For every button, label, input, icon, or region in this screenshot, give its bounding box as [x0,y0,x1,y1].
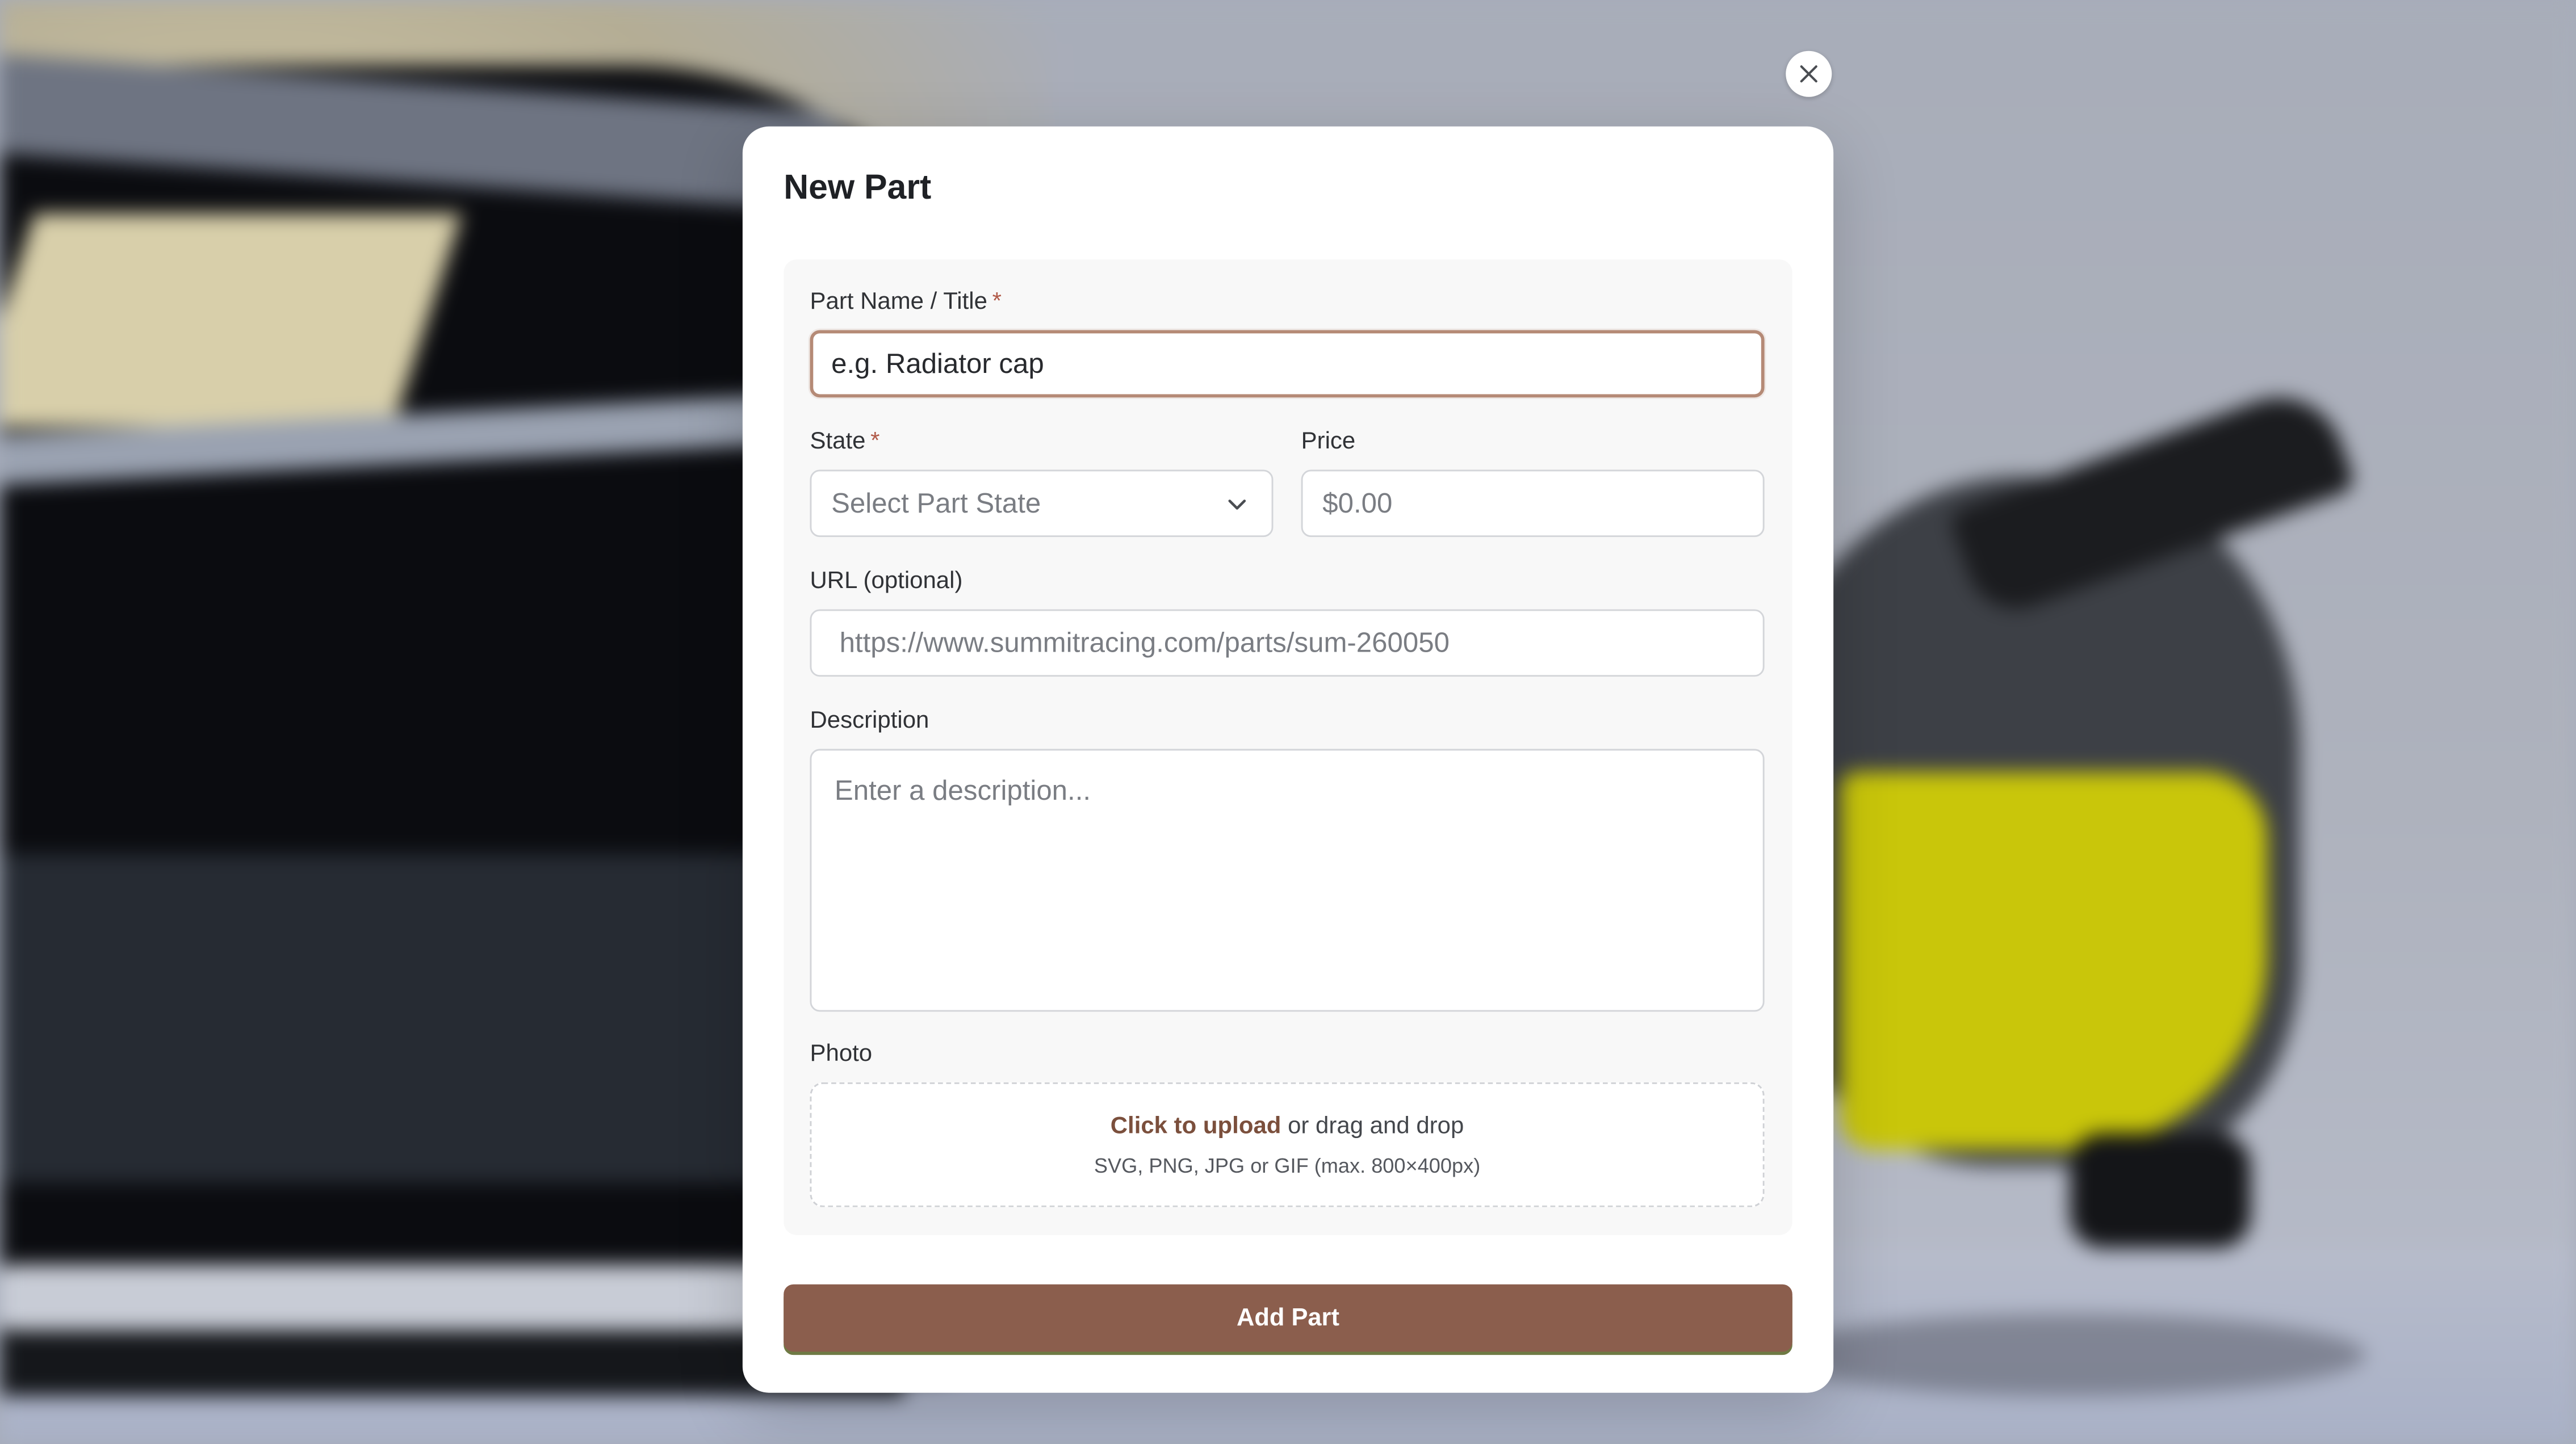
description-textarea[interactable]: Enter a description... [810,749,1765,1012]
url-input[interactable]: https://www.summitracing.com/parts/sum-2… [810,609,1765,677]
app-root: New Part Part Name / Title * e.g. Radiato… [0,0,2576,1444]
click-to-upload-link[interactable]: Click to upload [1111,1114,1281,1140]
description-label: Description [810,708,929,734]
part-name-input[interactable]: e.g. Radiator cap [810,330,1765,398]
photo-upload-dropzone[interactable]: Click to upload or drag and drop SVG, PN… [810,1082,1765,1207]
price-placeholder: $0.00 [1322,486,1393,518]
modal-title: New Part [784,169,932,207]
new-part-form: Part Name / Title * e.g. Radiator cap Sta… [784,259,1792,1235]
url-label: URL (optional) [810,568,963,595]
price-input[interactable]: $0.00 [1301,469,1765,538]
upload-instructions: Click to upload or drag and drop [811,1114,1762,1140]
new-part-modal: New Part Part Name / Title * e.g. Radiato… [742,126,1834,1393]
description-placeholder: Enter a description... [834,775,1091,807]
required-marker: * [870,429,880,455]
add-part-button[interactable]: Add Part [784,1284,1792,1352]
upload-file-hint: SVG, PNG, JPG or GIF (max. 800×400px) [1094,1155,1481,1178]
price-label: Price [1301,429,1356,455]
drag-drop-text: or drag and drop [1281,1113,1464,1140]
close-icon [1800,65,1817,83]
state-label-text: State [810,429,866,455]
state-select[interactable]: Select Part State [810,469,1274,538]
state-label: State * [810,429,879,455]
photo-label: Photo [810,1041,873,1068]
modal-overlay: New Part Part Name / Title * e.g. Radiato… [0,0,2576,1443]
part-name-label: Part Name / Title * [810,289,1001,315]
part-name-label-text: Part Name / Title [810,289,987,316]
required-marker: * [992,289,1002,316]
close-button[interactable] [1786,51,1832,97]
part-name-placeholder: e.g. Radiator cap [831,347,1044,379]
chevron-down-icon [1228,498,1246,509]
url-placeholder: https://www.summitracing.com/parts/sum-2… [839,626,1450,658]
state-placeholder: Select Part State [831,486,1041,518]
